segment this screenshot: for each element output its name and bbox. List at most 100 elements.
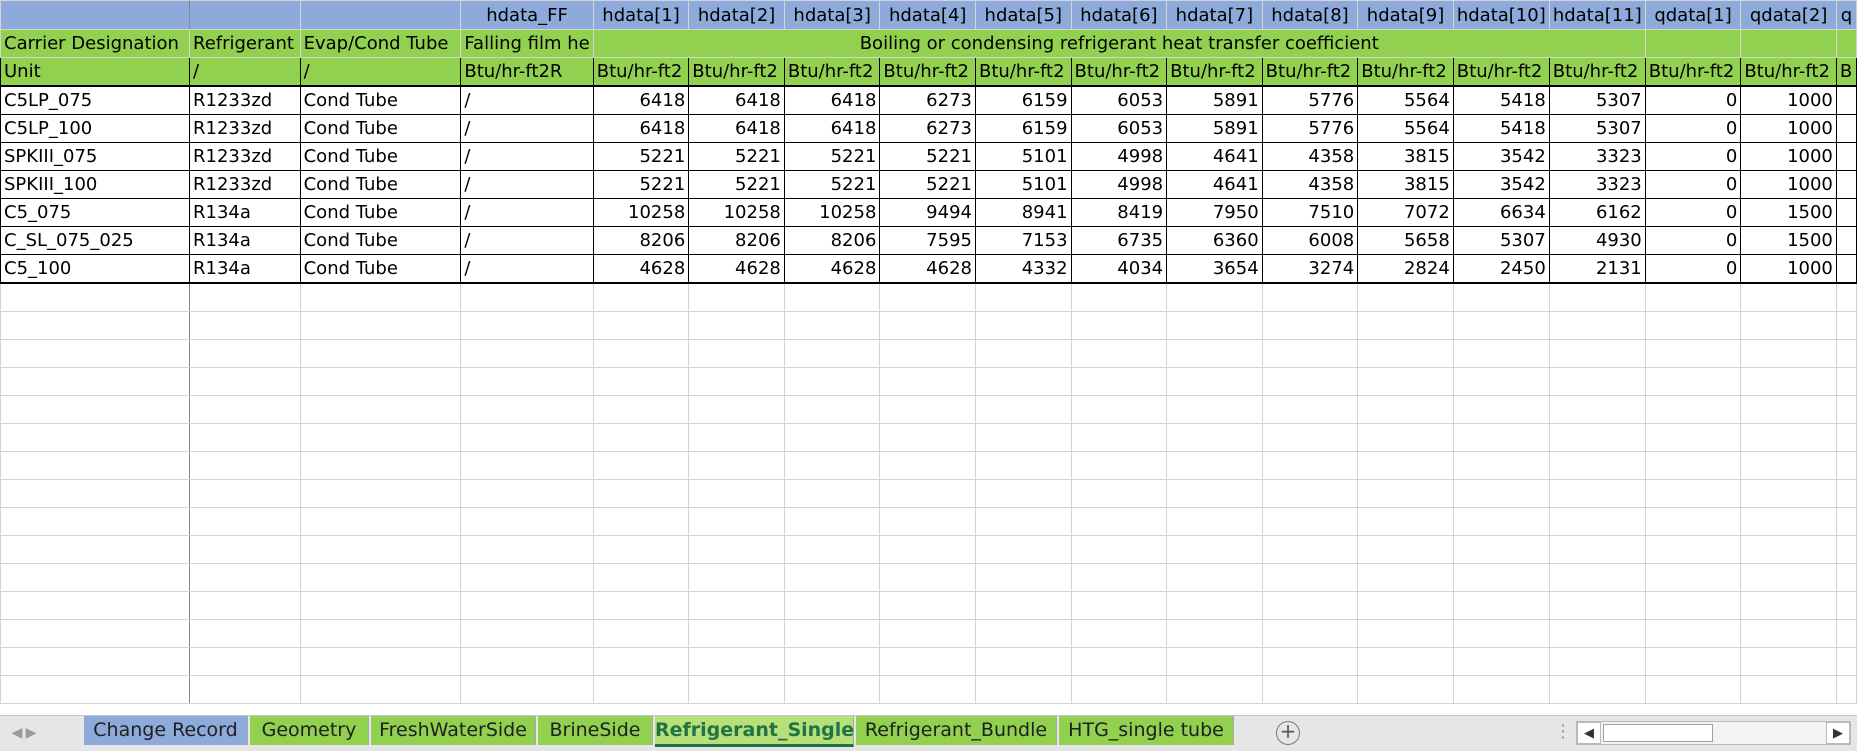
- header-cell-desc-3[interactable]: Falling film he: [460, 29, 594, 58]
- empty-cell[interactable]: [879, 422, 976, 452]
- empty-cell[interactable]: [0, 590, 190, 620]
- empty-cell[interactable]: [1166, 534, 1263, 564]
- data-cell[interactable]: 3274: [1261, 254, 1359, 284]
- data-cell[interactable]: 0: [1644, 142, 1742, 171]
- data-cell[interactable]: 3654: [1166, 254, 1263, 284]
- empty-cell[interactable]: [1357, 394, 1454, 424]
- scroll-right-arrow-icon[interactable]: ▶: [1826, 722, 1850, 744]
- data-cell[interactable]: 10258: [783, 198, 881, 227]
- sheet-tab-1[interactable]: Geometry: [250, 716, 369, 745]
- empty-cell[interactable]: [1261, 562, 1359, 592]
- header-cell-var-5[interactable]: hdata[2]: [688, 0, 785, 30]
- header-cell-var-6[interactable]: hdata[3]: [783, 0, 881, 30]
- data-cell[interactable]: SPKIII_100: [0, 170, 190, 199]
- empty-cell[interactable]: [1452, 618, 1550, 648]
- empty-cell[interactable]: [1357, 562, 1454, 592]
- data-cell[interactable]: 5307: [1548, 114, 1646, 143]
- empty-cell[interactable]: [460, 618, 594, 648]
- header-cell-var-10[interactable]: hdata[7]: [1166, 0, 1263, 30]
- data-cell[interactable]: SPKIII_075: [0, 142, 190, 171]
- data-cell[interactable]: C5_100: [0, 254, 190, 284]
- header-cell-var-2[interactable]: [299, 0, 462, 30]
- empty-cell[interactable]: [879, 674, 976, 704]
- empty-cell[interactable]: [1835, 338, 1857, 368]
- empty-cell[interactable]: [1835, 450, 1857, 480]
- empty-cell[interactable]: [299, 674, 462, 704]
- data-cell[interactable]: 4034: [1070, 254, 1168, 284]
- empty-cell[interactable]: [688, 562, 785, 592]
- sheet-tab-2[interactable]: FreshWaterSide: [371, 716, 536, 745]
- data-cell[interactable]: Cond Tube: [299, 254, 462, 284]
- empty-cell[interactable]: [1644, 590, 1742, 620]
- data-cell[interactable]: 1500: [1740, 198, 1837, 227]
- empty-cell[interactable]: [688, 422, 785, 452]
- empty-cell[interactable]: [688, 394, 785, 424]
- empty-cell[interactable]: [1452, 534, 1550, 564]
- header-cell-desc-1[interactable]: Refrigerant: [189, 29, 301, 58]
- header-cell-var-3[interactable]: hdata_FF: [460, 0, 594, 30]
- empty-cell[interactable]: [688, 450, 785, 480]
- empty-cell[interactable]: [974, 534, 1072, 564]
- empty-cell[interactable]: [189, 394, 301, 424]
- empty-cell[interactable]: [460, 422, 594, 452]
- data-cell[interactable]: Cond Tube: [299, 170, 462, 199]
- data-cell[interactable]: R1233zd: [189, 114, 301, 143]
- empty-cell[interactable]: [1644, 618, 1742, 648]
- empty-cell[interactable]: [974, 674, 1072, 704]
- empty-cell[interactable]: [688, 310, 785, 340]
- empty-cell[interactable]: [1740, 450, 1837, 480]
- data-cell[interactable]: R1233zd: [189, 142, 301, 171]
- data-cell[interactable]: 0: [1644, 114, 1742, 143]
- empty-cell[interactable]: [0, 674, 190, 704]
- empty-cell[interactable]: [592, 282, 690, 312]
- empty-cell[interactable]: [1644, 534, 1742, 564]
- data-cell[interactable]: 4628: [592, 254, 690, 284]
- data-cell[interactable]: 2824: [1357, 254, 1454, 284]
- empty-cell[interactable]: [783, 282, 881, 312]
- empty-cell[interactable]: [1166, 394, 1263, 424]
- empty-cell[interactable]: [299, 562, 462, 592]
- empty-cell[interactable]: [1835, 422, 1857, 452]
- empty-cell[interactable]: [879, 478, 976, 508]
- header-cell-unit-15[interactable]: Btu/hr-ft2: [1644, 57, 1742, 87]
- data-cell[interactable]: 3815: [1357, 170, 1454, 199]
- empty-cell[interactable]: [1261, 506, 1359, 536]
- empty-cell[interactable]: [879, 618, 976, 648]
- empty-cell[interactable]: [460, 534, 594, 564]
- data-cell[interactable]: 1000: [1740, 254, 1837, 284]
- header-cell-var-17[interactable]: q: [1835, 0, 1857, 30]
- header-cell-unit-16[interactable]: Btu/hr-ft2: [1740, 57, 1837, 87]
- empty-cell[interactable]: [460, 562, 594, 592]
- empty-cell[interactable]: [1166, 450, 1263, 480]
- empty-cell[interactable]: [1548, 618, 1646, 648]
- empty-cell[interactable]: [974, 366, 1072, 396]
- empty-cell[interactable]: [879, 338, 976, 368]
- empty-cell[interactable]: [783, 338, 881, 368]
- empty-cell[interactable]: [299, 478, 462, 508]
- empty-cell[interactable]: [1261, 478, 1359, 508]
- data-cell[interactable]: 3323: [1548, 142, 1646, 171]
- empty-cell[interactable]: [189, 534, 301, 564]
- empty-cell[interactable]: [460, 590, 594, 620]
- empty-cell[interactable]: [1740, 674, 1837, 704]
- data-cell[interactable]: 5221: [688, 142, 785, 171]
- empty-cell[interactable]: [592, 562, 690, 592]
- empty-cell[interactable]: [1548, 450, 1646, 480]
- data-cell[interactable]: 4930: [1548, 226, 1646, 255]
- empty-cell[interactable]: [1740, 422, 1837, 452]
- empty-cell[interactable]: [0, 422, 190, 452]
- empty-cell[interactable]: [879, 310, 976, 340]
- empty-cell[interactable]: [592, 310, 690, 340]
- empty-cell[interactable]: [974, 282, 1072, 312]
- data-cell[interactable]: Cond Tube: [299, 85, 462, 115]
- empty-cell[interactable]: [460, 674, 594, 704]
- data-cell[interactable]: Cond Tube: [299, 114, 462, 143]
- data-cell[interactable]: [1835, 85, 1857, 115]
- empty-cell[interactable]: [1070, 562, 1168, 592]
- data-cell[interactable]: R134a: [189, 198, 301, 227]
- data-cell[interactable]: 6159: [974, 85, 1072, 115]
- empty-cell[interactable]: [1835, 646, 1857, 676]
- empty-cell[interactable]: [1740, 646, 1837, 676]
- header-cell-unit-2[interactable]: /: [299, 57, 462, 87]
- empty-cell[interactable]: [1548, 646, 1646, 676]
